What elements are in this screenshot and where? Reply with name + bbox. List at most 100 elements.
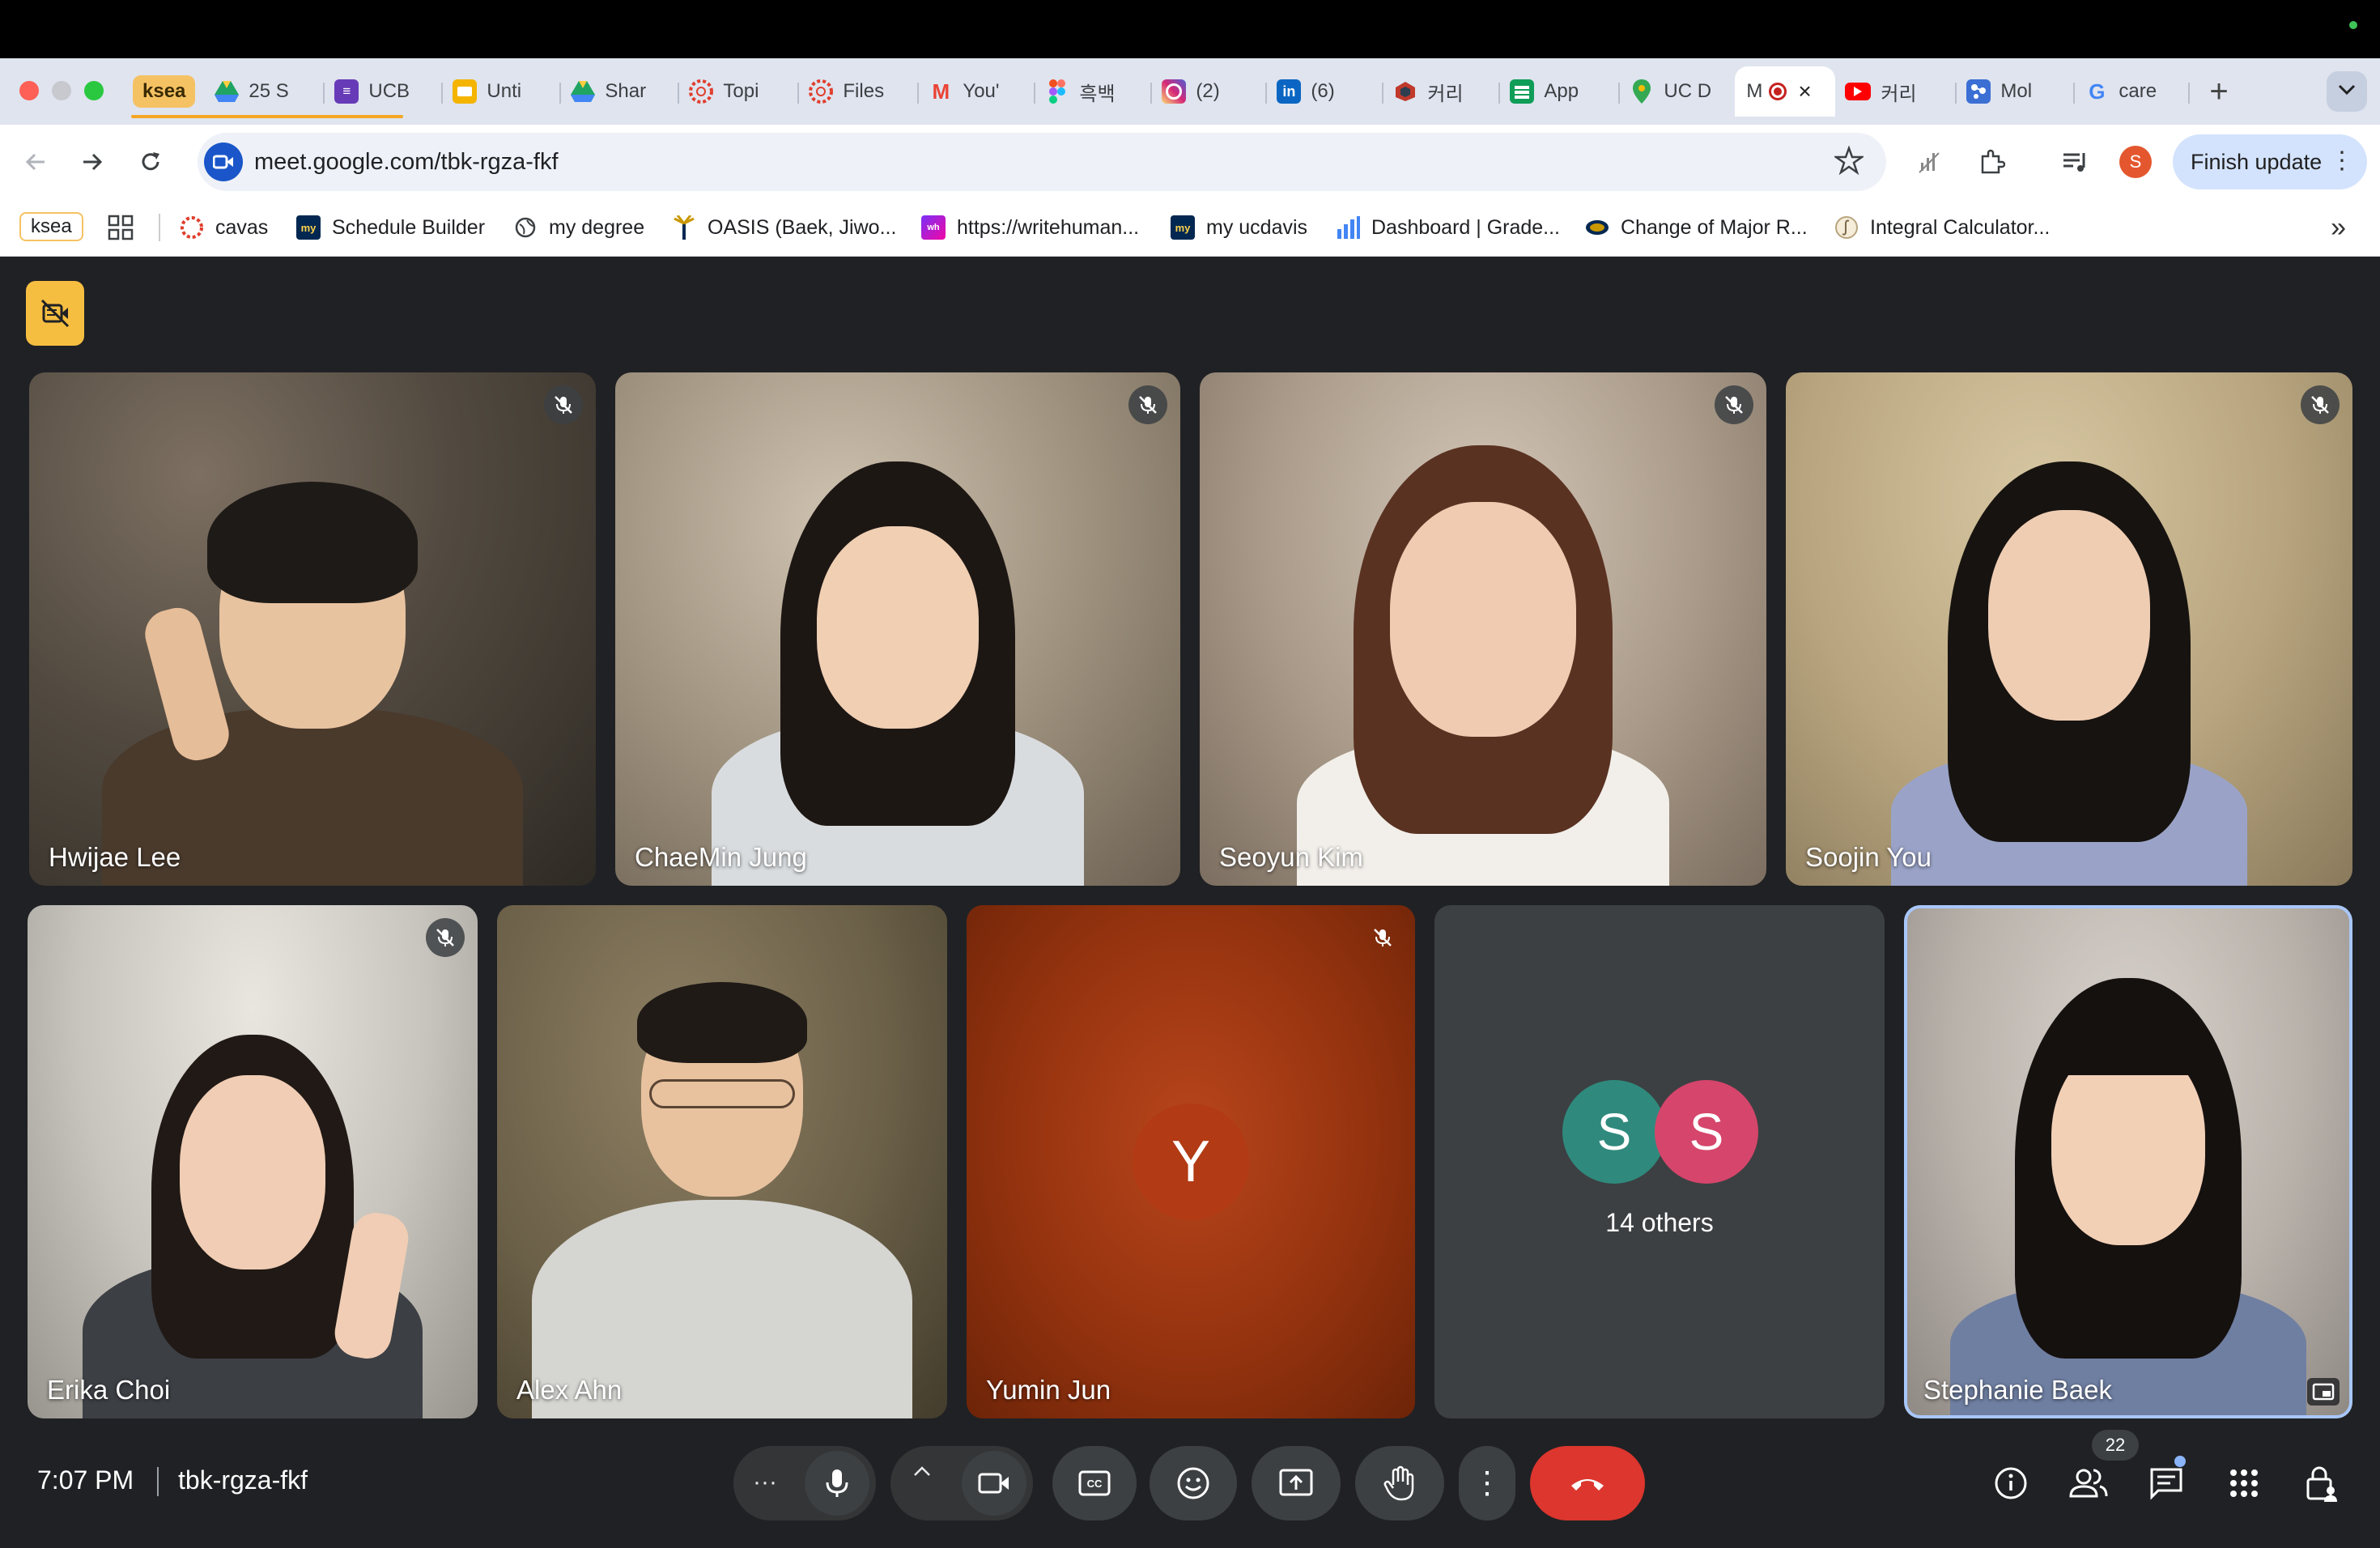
- tab-molview[interactable]: Mol: [1957, 66, 2076, 117]
- present-screen-button[interactable]: [1252, 1446, 1341, 1520]
- participant-avatar: Y: [1133, 1104, 1249, 1220]
- tab-gmail[interactable]: M You': [919, 66, 1036, 117]
- integral-icon: [1834, 215, 1859, 240]
- back-button[interactable]: [16, 142, 55, 181]
- self-view-tile[interactable]: Stephanie Baek: [1904, 905, 2352, 1418]
- participant-video: [1786, 372, 2352, 886]
- more-options-button[interactable]: ⋮: [1459, 1446, 1515, 1520]
- svg-text:CC: CC: [1087, 1478, 1103, 1490]
- canvas-icon: [180, 215, 204, 240]
- reactions-button[interactable]: [1150, 1446, 1237, 1520]
- people-icon: [2069, 1469, 2108, 1498]
- maximize-window-button[interactable]: [84, 81, 104, 100]
- meeting-details-button[interactable]: [1990, 1462, 2032, 1504]
- profile-avatar[interactable]: S: [2119, 146, 2152, 178]
- participant-video: [29, 372, 596, 886]
- bookmark-schedule-builder[interactable]: my Schedule Builder: [296, 212, 485, 243]
- tab-linkedin[interactable]: in (6): [1267, 66, 1384, 117]
- tab-drive-1[interactable]: 25 S: [205, 66, 325, 117]
- participant-tile[interactable]: Soojin You: [1786, 372, 2352, 886]
- bookmark-star-icon[interactable]: [1833, 145, 1865, 179]
- chat-unread-dot: [2174, 1456, 2186, 1467]
- present-screen-icon: [1279, 1469, 1313, 1496]
- kebab-menu-icon: ⋮: [1472, 1466, 1502, 1500]
- tab-youtube[interactable]: 커리: [1835, 66, 1957, 117]
- tab-slides[interactable]: Unti: [443, 66, 562, 117]
- picture-in-picture-icon[interactable]: [2307, 1378, 2340, 1406]
- bookmark-writehuman[interactable]: wh https://writehuman...: [921, 212, 1139, 243]
- host-controls-button[interactable]: [2301, 1462, 2343, 1504]
- bookmark-my-ucdavis[interactable]: my my ucdavis: [1171, 212, 1307, 243]
- participant-name: Yumin Jun: [986, 1375, 1111, 1405]
- tab-title: UC D: [1664, 80, 1712, 102]
- bookmark-change-of-major[interactable]: Change of Major R...: [1585, 212, 1808, 243]
- close-tab-icon[interactable]: ×: [1798, 79, 1811, 104]
- camera-off-warning-button[interactable]: [26, 281, 84, 346]
- meet-site-icon[interactable]: [204, 142, 243, 181]
- reload-icon: [142, 152, 159, 171]
- media-controls-icon[interactable]: [2059, 146, 2092, 178]
- people-button[interactable]: [2068, 1462, 2110, 1504]
- bookmark-group-ksea[interactable]: ksea: [19, 212, 83, 241]
- globe-icon: [513, 215, 538, 240]
- arrow-left-icon: [25, 153, 45, 171]
- bookmark-oasis[interactable]: OASIS (Baek, Jiwo...: [672, 212, 896, 243]
- tab-sheets[interactable]: App: [1500, 66, 1621, 117]
- microphone-icon: [826, 1469, 848, 1497]
- ucdavis-icon: [1585, 215, 1609, 240]
- bookmark-cavas[interactable]: cavas: [180, 212, 268, 243]
- extension-signal-icon[interactable]: [1914, 146, 1946, 178]
- kebab-menu-icon[interactable]: ⋮: [2330, 149, 2354, 173]
- muted-mic-icon: [1128, 385, 1167, 424]
- bookmark-my-degree[interactable]: my degree: [513, 212, 644, 243]
- tab-app[interactable]: 커리: [1383, 66, 1501, 117]
- microphone-button[interactable]: [805, 1451, 869, 1516]
- figma-icon: [1045, 79, 1069, 104]
- participant-tile[interactable]: ChaeMin Jung: [615, 372, 1180, 886]
- url-text[interactable]: meet.google.com/tbk-rgza-fkf: [254, 149, 559, 176]
- tab-title: care: [2119, 80, 2157, 102]
- chevron-up-icon[interactable]: [913, 1465, 931, 1481]
- participant-tile[interactable]: Y Yumin Jun: [967, 905, 1415, 1418]
- finish-update-button[interactable]: Finish update ⋮: [2173, 134, 2367, 189]
- tab-group-ksea[interactable]: ksea: [128, 66, 205, 117]
- participant-video: [1200, 372, 1766, 886]
- close-window-button[interactable]: [19, 81, 39, 100]
- tab-search-button[interactable]: [2327, 71, 2367, 112]
- reload-button[interactable]: [131, 142, 170, 181]
- forward-button[interactable]: [73, 142, 112, 181]
- more-bookmarks-icon[interactable]: »: [2331, 212, 2346, 244]
- participant-tile[interactable]: Erika Choi: [28, 905, 478, 1418]
- extensions-puzzle-icon[interactable]: [1975, 146, 2008, 178]
- oasis-icon: [672, 215, 696, 240]
- more-audio-options-icon[interactable]: ···: [753, 1469, 777, 1496]
- camera-button[interactable]: [962, 1451, 1026, 1516]
- address-bar[interactable]: meet.google.com/tbk-rgza-fkf: [198, 133, 1886, 191]
- minimize-window-button[interactable]: [52, 81, 71, 100]
- tab-meet-active[interactable]: M ×: [1735, 66, 1836, 117]
- tab-forms[interactable]: ≡ UCB: [325, 66, 444, 117]
- leave-call-button[interactable]: [1530, 1446, 1645, 1520]
- tab-maps[interactable]: UC D: [1620, 66, 1735, 117]
- participant-tile[interactable]: Alex Ahn: [497, 905, 947, 1418]
- participant-tile[interactable]: Hwijae Lee: [29, 372, 596, 886]
- tab-google[interactable]: G care: [2075, 66, 2191, 117]
- camera-off-icon: [40, 299, 70, 328]
- tab-canvas-2[interactable]: Files: [799, 66, 920, 117]
- myucdavis-icon: my: [1171, 215, 1195, 240]
- captions-button[interactable]: CC: [1052, 1446, 1137, 1520]
- new-tab-button[interactable]: +: [2209, 75, 2228, 108]
- raise-hand-button[interactable]: [1355, 1446, 1444, 1520]
- tab-instagram[interactable]: (2): [1152, 66, 1268, 117]
- others-tile[interactable]: S S 14 others: [1434, 905, 1885, 1418]
- participant-tile[interactable]: Seoyun Kim: [1200, 372, 1766, 886]
- tab-figma[interactable]: 흑백: [1035, 66, 1153, 117]
- tab-drive-2[interactable]: Shar: [561, 66, 680, 117]
- tab-canvas-1[interactable]: Topi: [679, 66, 800, 117]
- bookmark-integral-calculator[interactable]: Integral Calculator...: [1834, 212, 2050, 243]
- chat-button[interactable]: [2145, 1462, 2187, 1504]
- apps-grid-icon[interactable]: [107, 214, 134, 241]
- activities-button[interactable]: [2223, 1462, 2265, 1504]
- participant-name: Seoyun Kim: [1219, 842, 1363, 872]
- bookmark-gradescope[interactable]: Dashboard | Grade...: [1336, 212, 1560, 243]
